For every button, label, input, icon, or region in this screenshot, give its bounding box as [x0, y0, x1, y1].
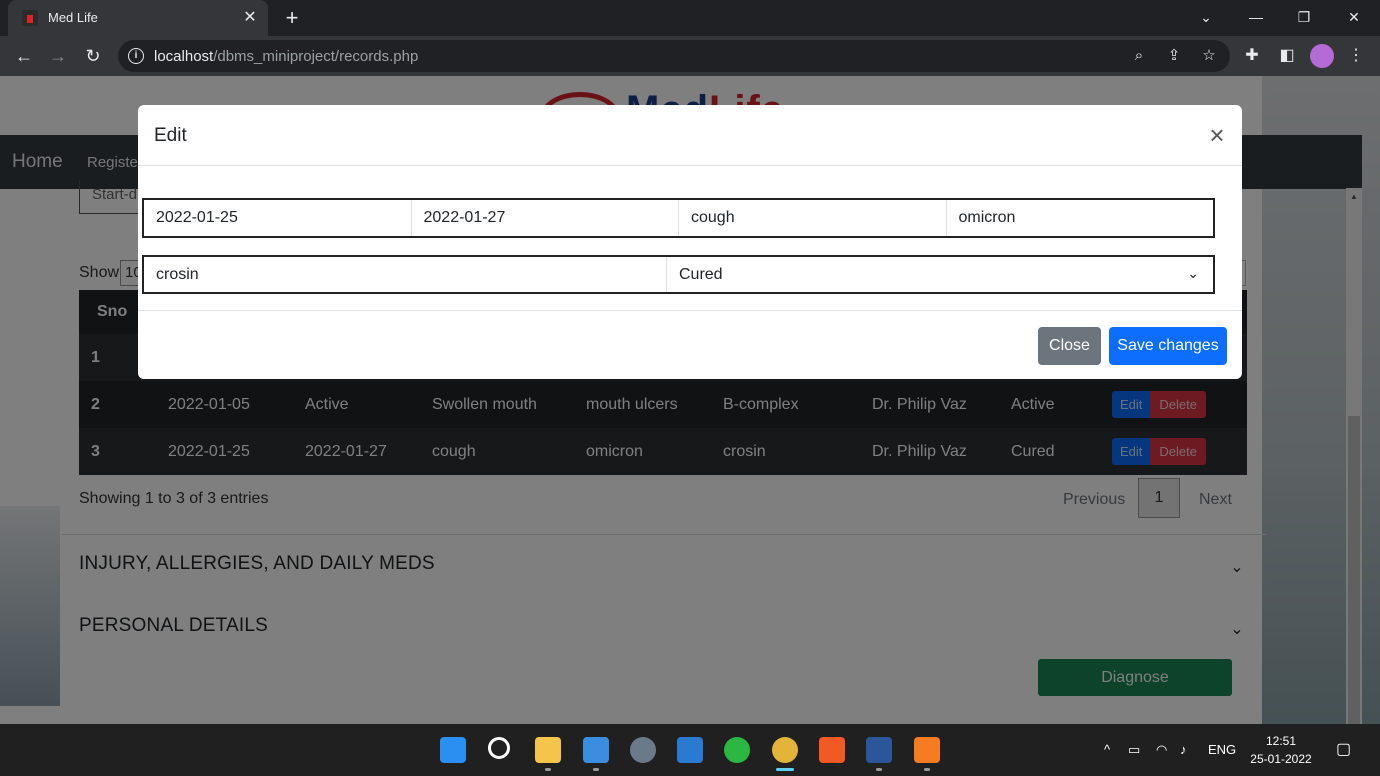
- minimize-icon[interactable]: —: [1236, 4, 1276, 30]
- close-window-icon[interactable]: ✕: [1334, 4, 1374, 30]
- notepad-icon[interactable]: [583, 737, 609, 763]
- end-date-field[interactable]: 2022-01-27: [412, 200, 679, 236]
- settings-gear-icon[interactable]: [630, 737, 656, 763]
- browser-tab[interactable]: Med Life ✕: [8, 0, 268, 36]
- medicine-field[interactable]: crosin: [144, 257, 667, 292]
- start-menu-icon[interactable]: [440, 737, 466, 763]
- modal-title: Edit: [154, 125, 187, 146]
- record-fields-row-2: crosin Cured ⌄: [142, 255, 1215, 294]
- clock[interactable]: 12:51 25-01-2022: [1246, 732, 1316, 768]
- word-icon[interactable]: [866, 737, 892, 763]
- bookmark-star-icon[interactable]: ☆: [1199, 46, 1219, 66]
- disease-field[interactable]: omicron: [947, 200, 1214, 236]
- close-button[interactable]: Close: [1038, 327, 1101, 365]
- extensions-icon[interactable]: ✚: [1240, 44, 1264, 68]
- reload-icon[interactable]: ↻: [81, 44, 105, 68]
- new-tab-icon[interactable]: +: [280, 6, 304, 30]
- modal-footer: Close Save changes: [138, 310, 1242, 379]
- notification-icon[interactable]: ▢: [1336, 739, 1351, 759]
- vscode-icon[interactable]: [677, 737, 703, 763]
- info-icon[interactable]: i: [128, 48, 144, 64]
- save-changes-button[interactable]: Save changes: [1109, 327, 1227, 365]
- file-explorer-icon[interactable]: [535, 737, 561, 763]
- windows-taskbar: ^ ▭ ◠ ♪ ENG 12:51 25-01-2022 ▢: [0, 724, 1380, 776]
- url-text: localhost/dbms_miniproject/records.php: [154, 48, 419, 65]
- restore-icon[interactable]: ❐: [1284, 4, 1324, 30]
- symptoms-field[interactable]: cough: [679, 200, 947, 236]
- profile-avatar[interactable]: [1310, 44, 1334, 68]
- browser-toolbar: ← → ↻ i localhost/dbms_miniproject/recor…: [0, 36, 1380, 76]
- language-indicator[interactable]: ENG: [1208, 742, 1236, 757]
- back-icon[interactable]: ←: [12, 44, 36, 68]
- close-tab-icon[interactable]: ✕: [240, 8, 260, 28]
- chevron-down-icon: ⌄: [1187, 265, 1199, 281]
- share-icon[interactable]: ⇪: [1164, 46, 1184, 66]
- edit-modal: Edit × 2022-01-25 2022-01-27 cough omicr…: [138, 105, 1242, 379]
- record-fields-row: 2022-01-25 2022-01-27 cough omicron: [142, 198, 1215, 238]
- zoom-icon[interactable]: ⌕: [1129, 46, 1149, 66]
- brave-icon[interactable]: [819, 737, 845, 763]
- status-select[interactable]: Cured ⌄: [667, 257, 1213, 292]
- start-date-field[interactable]: 2022-01-25: [144, 200, 412, 236]
- side-panel-icon[interactable]: ◧: [1275, 44, 1299, 68]
- tab-search-icon[interactable]: ⌄: [1186, 4, 1226, 30]
- menu-kebab-icon[interactable]: ⋮: [1344, 44, 1368, 68]
- favicon-icon: [22, 10, 38, 26]
- tray-overflow-icon[interactable]: ^: [1104, 742, 1110, 757]
- forward-icon[interactable]: →: [46, 44, 70, 68]
- battery-icon[interactable]: ▭: [1128, 742, 1140, 758]
- whatsapp-icon[interactable]: [724, 737, 750, 763]
- wifi-icon[interactable]: ◠: [1156, 742, 1167, 758]
- browser-tab-bar: Med Life ✕ + ⌄ — ❐ ✕: [0, 0, 1380, 36]
- search-icon[interactable]: [488, 737, 510, 759]
- xampp-icon[interactable]: [914, 737, 940, 763]
- close-icon[interactable]: ×: [1204, 122, 1230, 149]
- tab-title: Med Life: [48, 10, 98, 25]
- address-bar[interactable]: i localhost/dbms_miniproject/records.php…: [118, 40, 1230, 72]
- status-selected-value: Cured: [679, 266, 723, 283]
- modal-header: Edit ×: [138, 105, 1242, 166]
- chrome-icon[interactable]: [772, 737, 798, 763]
- volume-icon[interactable]: ♪: [1180, 742, 1187, 757]
